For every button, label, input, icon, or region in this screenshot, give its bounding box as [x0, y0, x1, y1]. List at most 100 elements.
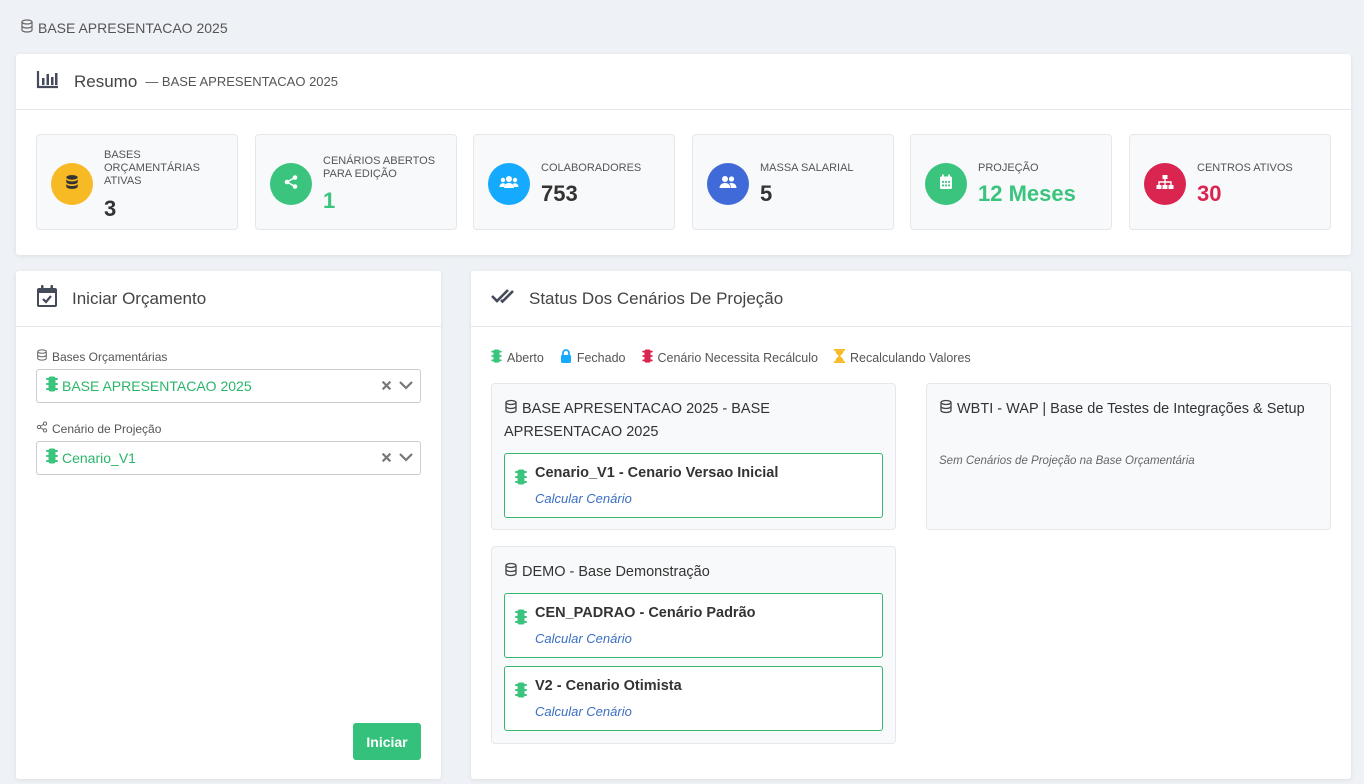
stat-icon-bg [488, 163, 530, 205]
legend-label: Aberto [507, 350, 544, 365]
scenario-name: CEN_PADRAO - Cenário Padrão [535, 605, 756, 621]
scenario-select[interactable]: Cenario_V1 [36, 441, 421, 475]
stat-label: Bases Orçamentárias Ativas [104, 149, 200, 187]
chevron-down-icon[interactable] [398, 378, 414, 396]
bases-field-label: Bases Orçamentárias [36, 349, 167, 364]
stat-icon-bg [270, 163, 312, 205]
bases-select-value: BASE APRESENTACAO 2025 [62, 378, 252, 394]
stat-value: 753 [541, 181, 578, 206]
base-box-demo: DEMO - Base Demonstração CEN_PADRAO - Ce… [491, 546, 896, 744]
share-icon [283, 174, 299, 195]
stat-value: 3 [104, 196, 117, 221]
sitemap-icon [1156, 174, 1174, 195]
legend-label: Cenário Necessita Recálculo [657, 350, 819, 365]
stat-card-open-scenarios: Cenários Abertos para Edição 1 [255, 134, 457, 230]
share-icon [36, 421, 48, 436]
base-title-text: BASE APRESENTACAO 2025 - BASE APRESENTAC… [504, 401, 770, 440]
base-title: BASE APRESENTACAO 2025 - BASE APRESENTAC… [504, 398, 883, 443]
legend-item-needs-recalc: Cenário Necessita Recálculo [641, 349, 819, 366]
stat-label: Projeção [978, 162, 1039, 174]
summary-title: Resumo [74, 71, 138, 91]
base-title: WBTI - WAP | Base de Testes de Integraçõ… [939, 398, 1318, 421]
summary-subtitle: — BASE APRESENTACAO 2025 [145, 74, 338, 89]
stat-card-bases: Bases Orçamentárias Ativas 3 [36, 134, 238, 230]
database-icon [20, 19, 34, 36]
bases-label-text: Bases Orçamentárias [52, 349, 168, 364]
traffic-light-icon [515, 469, 527, 490]
clear-icon[interactable] [381, 450, 392, 468]
double-check-icon [491, 286, 515, 311]
base-title: DEMO - Base Demonstração [504, 561, 883, 584]
database-icon [939, 399, 953, 421]
scenario-item[interactable]: CEN_PADRAO - Cenário Padrão Calcular Cen… [504, 593, 883, 658]
calculate-scenario-link[interactable]: Calcular Cenário [535, 631, 632, 646]
stat-label: Colaboradores [541, 162, 642, 174]
stat-card-employees: Colaboradores 753 [473, 134, 675, 230]
scenario-name: Cenario_V1 - Cenario Versao Inicial [535, 465, 779, 481]
bar-chart-icon [36, 69, 60, 94]
scenario-select-value: Cenario_V1 [62, 450, 136, 466]
stat-value: 1 [323, 188, 336, 213]
stat-icon-bg [707, 163, 749, 205]
stat-label: Centros Ativos [1197, 162, 1293, 174]
database-icon [36, 349, 48, 364]
breadcrumb-label: BASE APRESENTACAO 2025 [38, 19, 228, 36]
scenario-label-text: Cenário de Projeção [52, 421, 162, 436]
stat-icon-bg [925, 163, 967, 205]
users-icon [499, 174, 519, 195]
calendar-check-icon [36, 284, 58, 313]
legend-item-open: Aberto [491, 349, 544, 366]
traffic-light-icon [641, 349, 653, 366]
base-title-text: WBTI - WAP | Base de Testes de Integraçõ… [957, 401, 1305, 417]
database-icon [504, 399, 518, 421]
stat-value: 5 [760, 181, 773, 206]
breadcrumb: BASE APRESENTACAO 2025 [20, 19, 228, 36]
bases-select[interactable]: BASE APRESENTACAO 2025 [36, 369, 421, 403]
scenario-item[interactable]: Cenario_V1 - Cenario Versao Inicial Calc… [504, 453, 883, 518]
start-budget-title: Iniciar Orçamento [72, 288, 207, 308]
base-box-wbti: WBTI - WAP | Base de Testes de Integraçõ… [926, 383, 1331, 530]
status-legend: Aberto Fechado Cenário Necessita Recálcu… [491, 349, 971, 366]
stat-card-projection: Projeção 12 Meses [910, 134, 1112, 230]
traffic-light-icon [491, 349, 502, 366]
traffic-light-icon [46, 376, 58, 397]
scenario-name: V2 - Cenario Otimista [535, 678, 682, 694]
stat-card-active-centers: Centros Ativos 30 [1129, 134, 1331, 230]
status-card: Status Dos Cenários De Projeção Aberto F… [471, 271, 1351, 779]
legend-item-closed: Fechado [560, 349, 626, 366]
base-title-text: DEMO - Base Demonstração [522, 564, 710, 580]
stat-card-payroll: Massa Salarial 5 [692, 134, 894, 230]
status-header: Status Dos Cenários De Projeção [471, 271, 1351, 327]
user-group-icon [719, 174, 737, 195]
calendar-icon [939, 174, 953, 195]
stat-label: Cenários Abertos para Edição [323, 155, 436, 180]
stat-icon-bg [1144, 163, 1186, 205]
chevron-down-icon[interactable] [398, 450, 414, 468]
calculate-scenario-link[interactable]: Calcular Cenário [535, 704, 632, 719]
stat-value: 30 [1197, 181, 1222, 206]
hourglass-icon [834, 349, 845, 366]
legend-label: Recalculando Valores [850, 350, 971, 365]
stat-icon-bg [51, 163, 93, 205]
start-button[interactable]: Iniciar [353, 723, 421, 760]
empty-scenarios-text: Sem Cenários de Projeção na Base Orçamen… [939, 455, 1195, 467]
summary-card: Resumo — BASE APRESENTACAO 2025 Bases Or… [16, 54, 1351, 255]
start-budget-header: Iniciar Orçamento [16, 271, 441, 327]
stat-label: Massa Salarial [760, 162, 854, 174]
scenario-item[interactable]: V2 - Cenario Otimista Calcular Cenário [504, 666, 883, 731]
stat-value: 12 Meses [978, 181, 1076, 206]
lock-icon [560, 349, 572, 366]
clear-icon[interactable] [381, 378, 392, 396]
traffic-light-icon [46, 448, 58, 469]
summary-header: Resumo — BASE APRESENTACAO 2025 [16, 54, 1351, 110]
base-box-apresentacao: BASE APRESENTACAO 2025 - BASE APRESENTAC… [491, 383, 896, 530]
database-icon [504, 562, 518, 584]
start-budget-card: Iniciar Orçamento Bases Orçamentárias BA… [16, 271, 441, 779]
scenario-field-label: Cenário de Projeção [36, 421, 161, 436]
status-title: Status Dos Cenários De Projeção [529, 288, 784, 308]
traffic-light-icon [515, 682, 527, 703]
traffic-light-icon [515, 609, 527, 630]
database-icon [64, 174, 80, 195]
calculate-scenario-link[interactable]: Calcular Cenário [535, 491, 632, 506]
legend-item-recalculating: Recalculando Valores [834, 349, 971, 366]
